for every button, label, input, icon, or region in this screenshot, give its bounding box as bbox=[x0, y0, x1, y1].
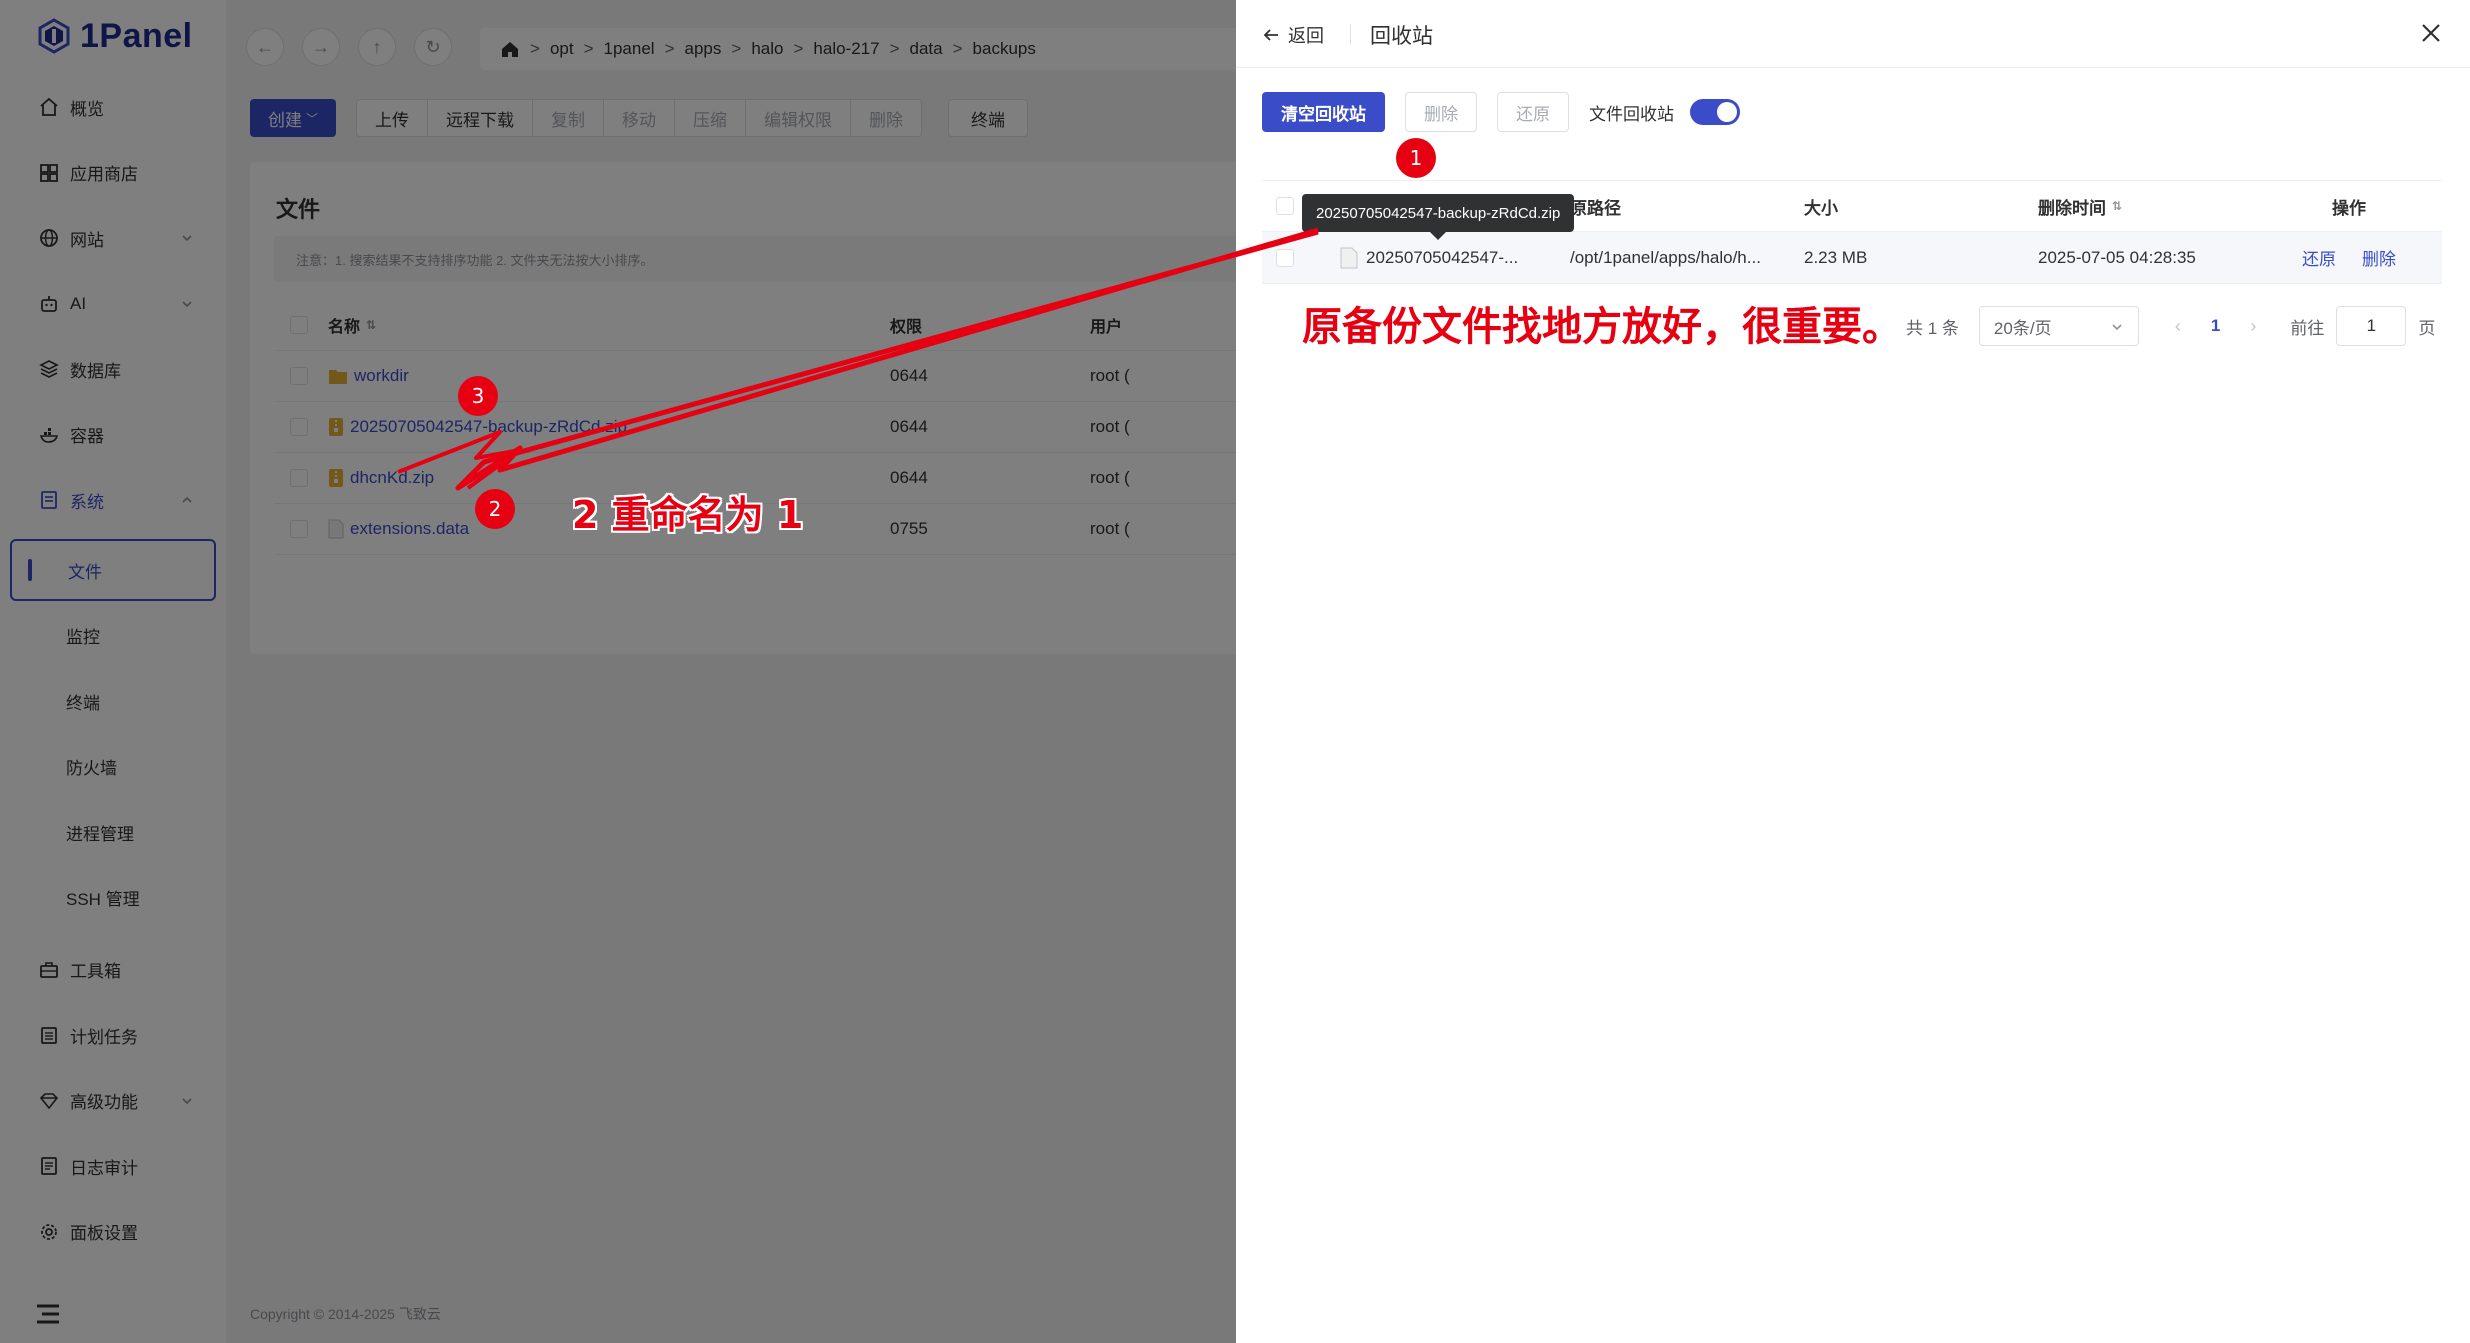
recycled-file-name: 20250705042547-... bbox=[1366, 247, 1519, 267]
page-size-select[interactable]: 20条/页 bbox=[1978, 306, 2139, 346]
recycle-toggle-label: 文件回收站 bbox=[1589, 104, 1674, 124]
prev-page-icon[interactable]: ‹ bbox=[2175, 316, 2181, 337]
arrow-left-icon bbox=[1263, 29, 1278, 41]
clear-recycle-bin-button[interactable]: 清空回收站 bbox=[1262, 92, 1385, 132]
drawer-title: 回收站 bbox=[1370, 25, 1433, 48]
jump-page-input[interactable]: 1 bbox=[2336, 306, 2407, 346]
delete-link[interactable]: 删除 bbox=[2362, 245, 2396, 270]
select-all-checkbox[interactable] bbox=[1276, 197, 1294, 215]
recycle-toolbar: 清空回收站 删除 还原 文件回收站 bbox=[1262, 92, 1740, 132]
row-checkbox[interactable] bbox=[1276, 248, 1294, 267]
annotation-badge-3: 3 bbox=[458, 376, 498, 416]
drawer-mask[interactable] bbox=[0, 0, 1236, 1343]
file-icon bbox=[1340, 247, 1358, 268]
close-icon[interactable] bbox=[2418, 20, 2444, 46]
filename-tooltip: 20250705042547-backup-zRdCd.zip bbox=[1302, 194, 1575, 240]
current-page[interactable]: 1 bbox=[2211, 316, 2220, 336]
column-deleted-at-sort[interactable]: 删除时间 ⇅ bbox=[2038, 194, 2122, 219]
delete-button[interactable]: 删除 bbox=[1405, 92, 1477, 132]
column-size: 大小 bbox=[1804, 198, 1838, 218]
total-count: 共 1 条 bbox=[1906, 318, 1959, 338]
goto-label: 前往 bbox=[2290, 318, 2325, 338]
annotation-badge-1: 1 bbox=[1396, 138, 1436, 178]
pagination: 共 1 条 20条/页 ‹ 1 › 前往 1 页 bbox=[1906, 306, 2435, 346]
chevron-down-icon bbox=[2112, 324, 2122, 331]
original-path: /opt/1panel/apps/halo/h... bbox=[1570, 247, 1761, 267]
file-size: 2.23 MB bbox=[1804, 247, 1868, 267]
column-operations: 操作 bbox=[2332, 198, 2366, 218]
drawer-header: 返回 回收站 bbox=[1236, 0, 2470, 68]
deleted-time: 2025-07-05 04:28:35 bbox=[2038, 247, 2196, 267]
page-suffix: 页 bbox=[2418, 318, 2436, 338]
annotation-badge-2: 2 bbox=[475, 489, 515, 529]
restore-link[interactable]: 还原 bbox=[2302, 245, 2336, 270]
annotation-note-text: 原备份文件找地方放好，很重要。 bbox=[1302, 304, 1902, 350]
recycle-bin-toggle[interactable] bbox=[1690, 99, 1740, 125]
back-button[interactable]: 返回 bbox=[1262, 22, 1324, 48]
sort-icon: ⇅ bbox=[2112, 199, 2123, 213]
restore-button[interactable]: 还原 bbox=[1497, 92, 1569, 132]
annotation-rename-text: 2 重命名为 1 bbox=[572, 493, 804, 537]
next-page-icon[interactable]: › bbox=[2250, 316, 2256, 337]
header-divider bbox=[1350, 24, 1351, 44]
column-original-path: 原路径 bbox=[1570, 198, 1621, 218]
